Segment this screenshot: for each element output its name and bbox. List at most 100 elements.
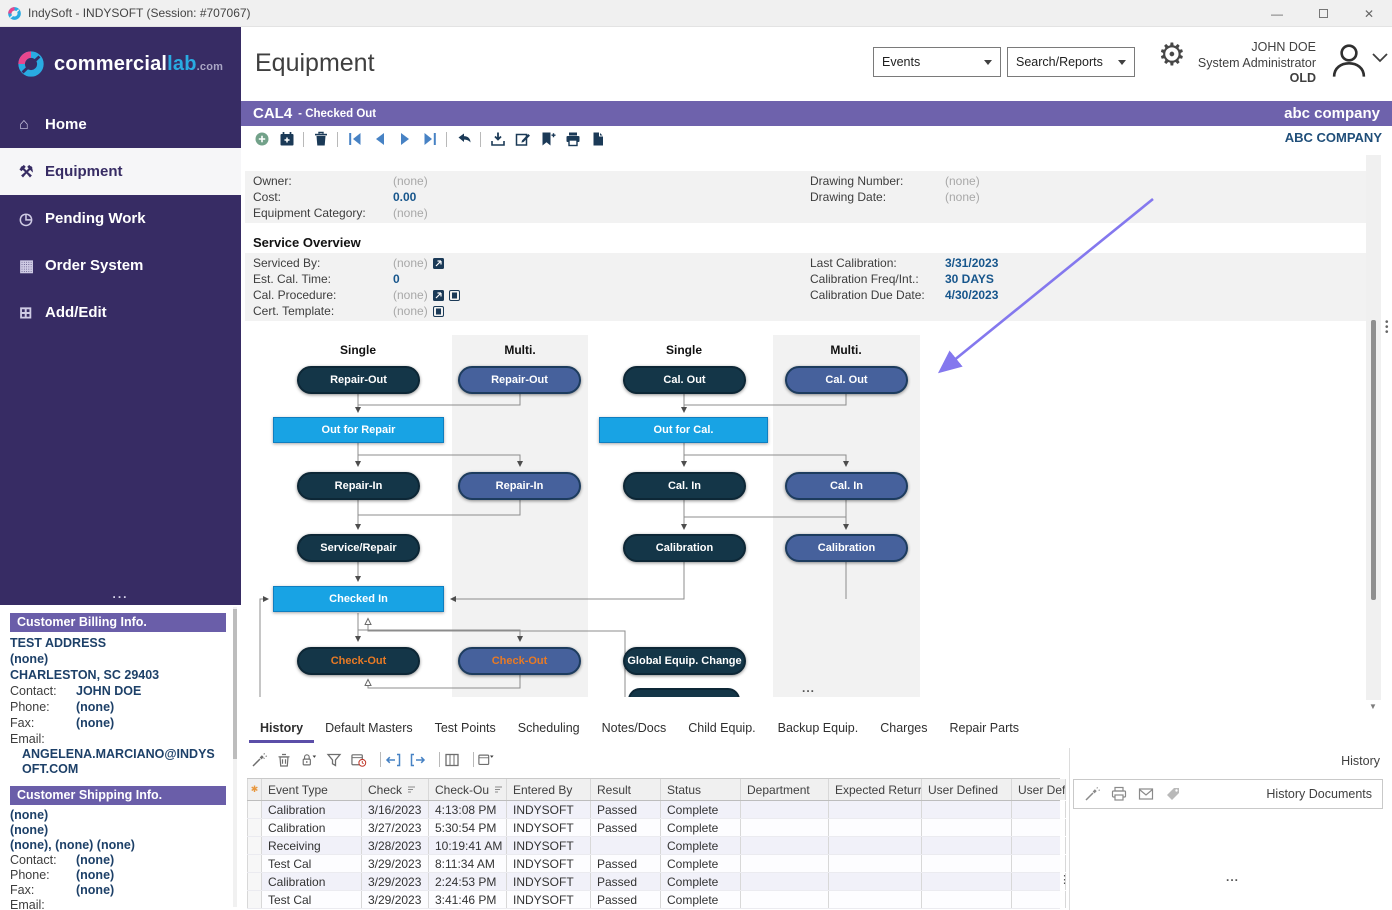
table-row[interactable]: Calibration3/27/20235:30:54 PMINDYSOFTPa… bbox=[247, 819, 1060, 837]
chevron-down-icon[interactable] bbox=[1372, 53, 1388, 63]
checkout-arrow-icon[interactable] bbox=[410, 751, 428, 768]
node-calibration-multi[interactable]: Calibration bbox=[785, 534, 908, 562]
panel-scrollbar[interactable] bbox=[233, 607, 237, 907]
minimize-button[interactable]: — bbox=[1254, 0, 1300, 27]
node-checked-in[interactable]: Checked In bbox=[273, 586, 444, 612]
panel-overflow[interactable]: ... bbox=[1226, 870, 1239, 884]
close-button[interactable]: ✕ bbox=[1346, 0, 1392, 27]
first-record-icon[interactable] bbox=[346, 131, 363, 148]
checkin-arrow-icon[interactable] bbox=[385, 751, 403, 768]
filter-icon[interactable] bbox=[326, 751, 344, 768]
next-record-icon[interactable] bbox=[396, 131, 413, 148]
table-row[interactable]: Calibration3/29/20232:24:53 PMINDYSOFTPa… bbox=[247, 873, 1060, 891]
lock-icon[interactable] bbox=[301, 751, 319, 768]
column-header[interactable]: Expected Returr bbox=[829, 779, 922, 800]
email-icon[interactable] bbox=[1138, 786, 1156, 803]
column-header[interactable]: User Defined bbox=[922, 779, 1012, 800]
avatar-icon[interactable] bbox=[1328, 39, 1370, 81]
node-cal-out-multi[interactable]: Cal. Out bbox=[785, 366, 908, 394]
tab-history[interactable]: History bbox=[249, 717, 314, 743]
table-row[interactable]: Calibration3/16/20234:13:08 PMINDYSOFTPa… bbox=[247, 801, 1060, 819]
node-repair-in-multi[interactable]: Repair-In bbox=[458, 472, 581, 500]
column-header[interactable]: Event Type bbox=[262, 779, 362, 800]
previous-record-icon[interactable] bbox=[371, 131, 388, 148]
splitter-grip[interactable]: ⋮ bbox=[1059, 873, 1070, 886]
billing-email-link[interactable]: ANGELENA.MARCIANO@INDYSOFT.COM bbox=[10, 747, 215, 777]
bookmark-add-icon[interactable] bbox=[539, 131, 556, 148]
calendar-add-icon[interactable] bbox=[278, 131, 295, 148]
open-doc-icon[interactable] bbox=[433, 306, 444, 317]
node-check-out-multi[interactable]: Check-Out bbox=[458, 647, 581, 675]
delete-icon[interactable] bbox=[276, 751, 294, 768]
table-cell: 3/29/2023 bbox=[362, 891, 429, 908]
delete-icon[interactable] bbox=[312, 131, 329, 148]
flowchart-overflow[interactable]: ... bbox=[802, 681, 815, 695]
column-header[interactable]: Result bbox=[591, 779, 661, 800]
search-reports-dropdown[interactable]: Search/Reports bbox=[1007, 47, 1135, 77]
tab-backup-equip-[interactable]: Backup Equip. bbox=[767, 717, 870, 743]
node-out-for-cal[interactable]: Out for Cal. bbox=[599, 417, 768, 443]
node-global-equip-change[interactable]: Global Equip. Change bbox=[623, 647, 746, 675]
column-header[interactable]: Check bbox=[362, 779, 429, 800]
node-out-for-repair[interactable]: Out for Repair bbox=[273, 417, 444, 443]
tab-notes-docs[interactable]: Notes/Docs bbox=[591, 717, 678, 743]
document-icon[interactable] bbox=[589, 131, 606, 148]
sidebar-item-equipment[interactable]: ⚒Equipment bbox=[0, 148, 241, 195]
flowchart-column-header: Multi. bbox=[460, 343, 580, 357]
sidebar-overflow[interactable]: ... bbox=[0, 587, 241, 601]
print-icon[interactable] bbox=[1111, 786, 1129, 803]
events-dropdown[interactable]: Events bbox=[873, 47, 1001, 77]
node-check-out-single[interactable]: Check-Out bbox=[297, 647, 420, 675]
save-icon[interactable] bbox=[489, 131, 506, 148]
node-calibration-single[interactable]: Calibration bbox=[623, 534, 746, 562]
table-row[interactable]: Receiving3/28/202310:19:41 AMINDYSOFTCom… bbox=[247, 837, 1060, 855]
edit-icon[interactable] bbox=[514, 131, 531, 148]
add-record-icon[interactable] bbox=[253, 131, 270, 148]
print-icon[interactable] bbox=[564, 131, 581, 148]
tab-test-points[interactable]: Test Points bbox=[424, 717, 507, 743]
gear-icon[interactable]: ⚙ bbox=[1158, 37, 1186, 73]
node-cal-out-single[interactable]: Cal. Out bbox=[623, 366, 746, 394]
wand-icon[interactable] bbox=[1084, 786, 1102, 803]
scrollbar-thumb[interactable] bbox=[1371, 320, 1376, 600]
calendar-expired-icon[interactable] bbox=[351, 751, 369, 768]
column-header[interactable]: Department bbox=[741, 779, 829, 800]
node-cal-in-single[interactable]: Cal. In bbox=[623, 472, 746, 500]
sidebar-item-home[interactable]: ⌂Home bbox=[0, 101, 241, 148]
tab-default-masters[interactable]: Default Masters bbox=[314, 717, 424, 743]
expand-icon[interactable] bbox=[433, 290, 444, 301]
tab-scheduling[interactable]: Scheduling bbox=[507, 717, 591, 743]
content-scrollbar[interactable] bbox=[1366, 155, 1381, 700]
wand-icon[interactable] bbox=[251, 751, 269, 768]
tab-charges[interactable]: Charges bbox=[869, 717, 938, 743]
column-header[interactable]: Check-Ou bbox=[429, 779, 507, 800]
maximize-button[interactable] bbox=[1300, 0, 1346, 27]
sidebar-item-order-system[interactable]: ▦Order System bbox=[0, 242, 241, 289]
gutter-cell bbox=[247, 801, 262, 818]
node-repair-in-single[interactable]: Repair-In bbox=[297, 472, 420, 500]
tab-child-equip-[interactable]: Child Equip. bbox=[677, 717, 766, 743]
node-repair-out-single[interactable]: Repair-Out bbox=[297, 366, 420, 394]
node-repair-out-multi[interactable]: Repair-Out bbox=[458, 366, 581, 394]
grid-icon[interactable] bbox=[444, 751, 462, 768]
column-header[interactable]: Status bbox=[661, 779, 741, 800]
history-table: ✱Event TypeCheckCheck-OuEntered ByResult… bbox=[247, 778, 1060, 909]
node-partially-visible[interactable] bbox=[628, 688, 740, 697]
node-service-repair[interactable]: Service/Repair bbox=[297, 534, 420, 562]
open-doc-icon[interactable] bbox=[449, 290, 460, 301]
expand-icon[interactable] bbox=[433, 258, 444, 269]
column-header[interactable]: User Def bbox=[1012, 779, 1066, 800]
sidebar-item-pending-work[interactable]: ◷Pending Work bbox=[0, 195, 241, 242]
node-cal-in-multi[interactable]: Cal. In bbox=[785, 472, 908, 500]
tab-repair-parts[interactable]: Repair Parts bbox=[938, 717, 1029, 743]
scroll-down-icon[interactable]: ▼ bbox=[1369, 702, 1377, 711]
splitter-grip[interactable]: ••• bbox=[1385, 320, 1389, 335]
last-record-icon[interactable] bbox=[421, 131, 438, 148]
tag-icon[interactable] bbox=[1165, 786, 1183, 803]
table-row[interactable]: Test Cal3/29/20238:11:34 AMINDYSOFTPasse… bbox=[247, 855, 1060, 873]
column-header[interactable]: Entered By bbox=[507, 779, 591, 800]
calendar-menu-icon[interactable] bbox=[478, 751, 496, 768]
table-row[interactable]: Test Cal3/29/20233:41:46 PMINDYSOFTPasse… bbox=[247, 891, 1060, 909]
sidebar-item-add-edit[interactable]: ⊞Add/Edit bbox=[0, 289, 241, 336]
undo-icon[interactable] bbox=[455, 131, 472, 148]
